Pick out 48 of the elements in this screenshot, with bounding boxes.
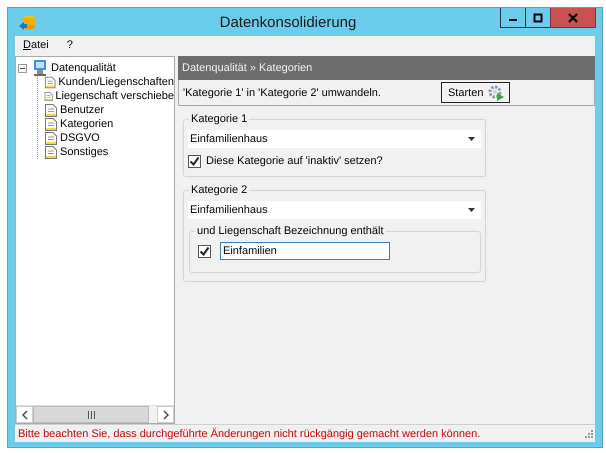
checkmark-icon <box>199 246 210 256</box>
document-icon <box>44 74 56 90</box>
close-icon <box>568 12 578 22</box>
group-label: Kategorie 2 <box>189 184 250 196</box>
maximize-icon <box>533 12 543 22</box>
tree-item[interactable]: DSGVO <box>60 132 100 144</box>
tree-item[interactable]: Liegenschaft verschiebe <box>55 90 174 102</box>
checkbox-label[interactable]: Diese Kategorie auf 'inaktiv' setzen? <box>206 155 383 167</box>
breadcrumb: Datenqualität » Kategorien <box>182 62 312 74</box>
horizontal-scrollbar[interactable] <box>16 405 174 423</box>
database-icon <box>18 14 36 30</box>
dropdown-arrow-icon <box>468 137 475 141</box>
scroll-thumb[interactable] <box>33 406 149 423</box>
tree-item[interactable]: Datenqualität <box>51 62 116 74</box>
checkbox[interactable] <box>188 154 201 168</box>
computer-icon <box>31 59 49 77</box>
description-text: 'Kategorie 1' in 'Kategorie 2' umwandeln. <box>183 86 381 98</box>
group-label: Kategorie 1 <box>189 113 250 125</box>
document-icon <box>44 116 58 132</box>
text-field[interactable]: Einfamilien <box>220 242 390 260</box>
tree-item[interactable]: Kategorien <box>60 118 114 130</box>
menu-item[interactable]: Datei <box>23 39 49 51</box>
tree-item[interactable]: Benutzer <box>60 104 104 116</box>
group-label: und Liegenschaft Bezeichnung enthält <box>195 225 386 237</box>
start-button[interactable]: Starten <box>440 82 510 103</box>
dropdown[interactable]: Einfamilienhaus <box>188 201 481 219</box>
scroll-right-button[interactable] <box>157 406 174 423</box>
document-icon <box>44 144 58 160</box>
collapse-toggle-icon[interactable] <box>18 64 27 72</box>
scroll-left-button[interactable] <box>16 406 33 423</box>
minimize-icon <box>509 19 517 21</box>
close-button[interactable] <box>550 8 596 28</box>
gear-play-icon <box>487 84 506 102</box>
chevron-right-icon <box>162 410 170 420</box>
dropdown-arrow-icon <box>468 208 475 212</box>
resize-grip-icon <box>584 429 593 438</box>
document-icon <box>44 130 58 146</box>
minimize-button[interactable] <box>500 8 526 28</box>
status-message: Bitte beachten Sie, dass durchgeführte Änderungen nicht rückgängig gemacht werden können. <box>18 428 480 440</box>
menu-item[interactable]: ? <box>66 39 73 51</box>
tree-item[interactable]: Sonstiges <box>60 146 108 158</box>
tree-item[interactable]: Kunden/Liegenschaften <box>58 76 174 88</box>
grip-icon <box>86 410 96 418</box>
chevron-left-icon <box>20 410 28 420</box>
checkmark-icon <box>189 156 200 166</box>
checkbox[interactable] <box>198 244 211 258</box>
window-title: Datenkonsolidierung <box>218 14 358 30</box>
dropdown[interactable]: Einfamilienhaus <box>188 130 481 148</box>
